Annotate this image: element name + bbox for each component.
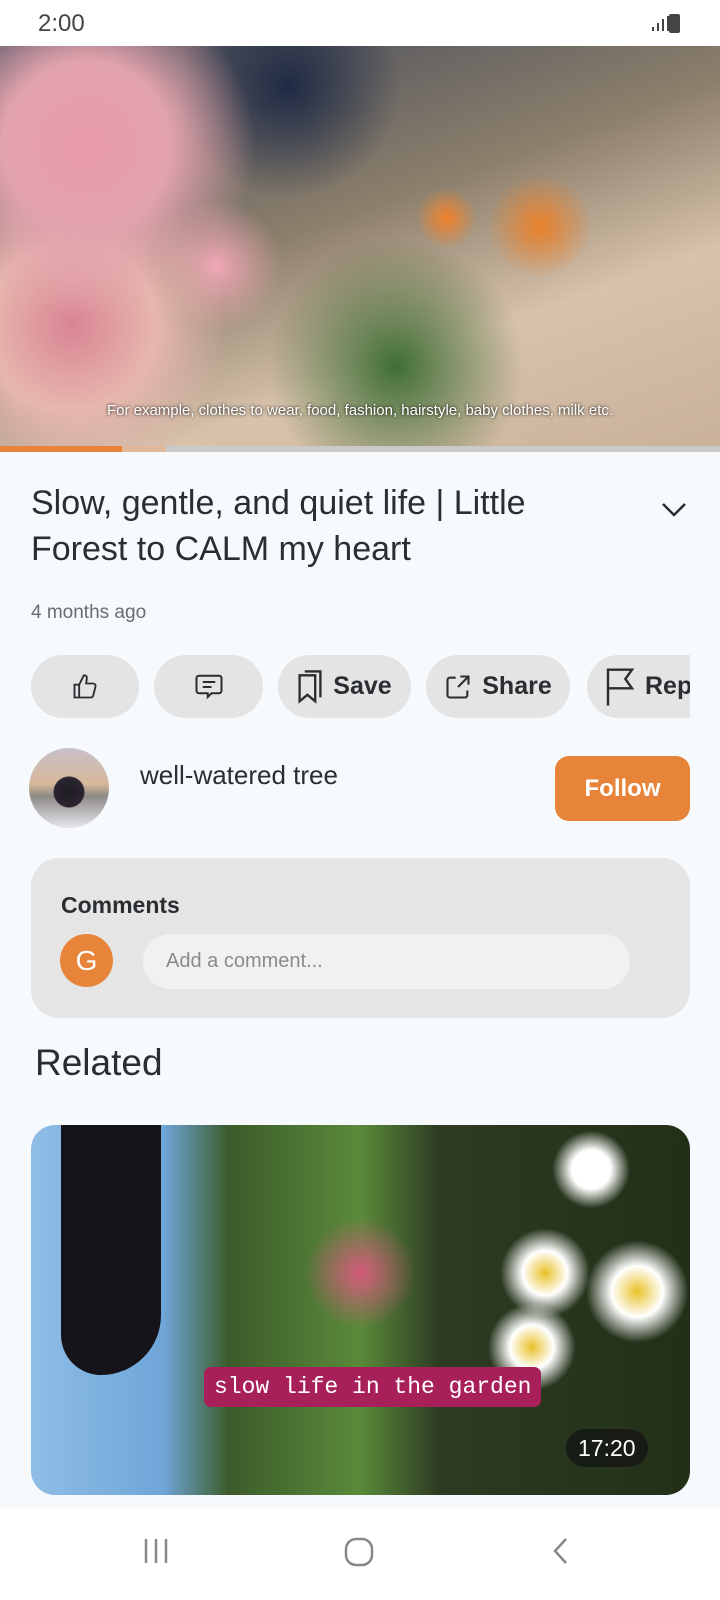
report-label: Rep bbox=[645, 672, 690, 700]
home-icon[interactable] bbox=[343, 1536, 375, 1568]
report-button[interactable]: Rep bbox=[587, 655, 690, 718]
thumbnail-figure bbox=[61, 1125, 161, 1375]
related-video-thumbnail[interactable]: slow life in the garden 17:20 bbox=[31, 1125, 690, 1495]
status-bar: 2:00 bbox=[0, 0, 720, 46]
comment-button[interactable] bbox=[154, 655, 263, 718]
video-progress-bar[interactable] bbox=[0, 446, 720, 452]
video-player[interactable]: For example, clothes to wear, food, fash… bbox=[0, 46, 720, 446]
share-button[interactable]: Share bbox=[426, 655, 570, 718]
share-icon bbox=[446, 674, 470, 699]
video-subtitle: For example, clothes to wear, food, fash… bbox=[106, 402, 614, 419]
comment-icon bbox=[195, 674, 222, 699]
bookmark-icon bbox=[298, 669, 322, 704]
video-title: Slow, gentle, and quiet life | Little Fo… bbox=[31, 484, 526, 568]
system-nav-bar bbox=[0, 1508, 720, 1600]
thumbnail-overlay-text: slow life in the garden bbox=[204, 1367, 542, 1407]
channel-name[interactable]: well-watered tree bbox=[140, 760, 338, 791]
comments-title: Comments bbox=[61, 892, 180, 918]
related-heading: Related bbox=[35, 1042, 163, 1083]
duration-badge: 17:20 bbox=[566, 1429, 648, 1467]
flag-icon bbox=[606, 667, 635, 706]
thumbs-up-icon bbox=[73, 673, 97, 698]
save-button[interactable]: Save bbox=[278, 655, 411, 718]
comment-input[interactable] bbox=[143, 934, 630, 989]
back-icon[interactable] bbox=[550, 1536, 572, 1566]
user-avatar: G bbox=[60, 934, 113, 987]
battery-icon bbox=[669, 14, 680, 33]
chevron-down-icon[interactable] bbox=[660, 500, 688, 520]
played-bar bbox=[0, 446, 123, 452]
like-button[interactable] bbox=[31, 655, 139, 718]
comments-card[interactable]: Comments G bbox=[31, 858, 690, 1018]
recents-icon[interactable] bbox=[142, 1536, 172, 1566]
save-label: Save bbox=[333, 672, 392, 700]
share-label: Share bbox=[482, 672, 552, 700]
clock: 2:00 bbox=[38, 10, 85, 37]
channel-avatar[interactable] bbox=[29, 748, 109, 828]
posted-time: 4 months ago bbox=[31, 602, 147, 623]
signal-icon bbox=[652, 16, 669, 31]
follow-button[interactable]: Follow bbox=[555, 756, 690, 821]
